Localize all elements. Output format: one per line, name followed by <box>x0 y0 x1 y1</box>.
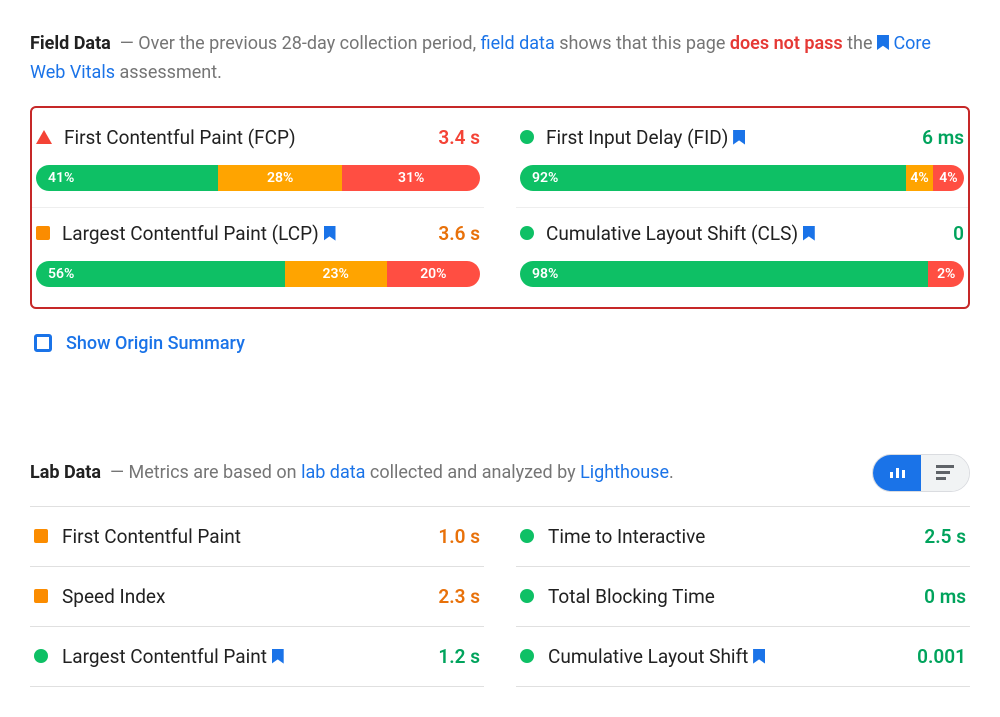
lab-data-title: Lab Data <box>30 462 101 483</box>
distribution-bar: 92%4%4% <box>520 165 964 191</box>
bookmark-icon <box>803 226 815 241</box>
lab-data-header: Lab Data — Metrics are based on lab data… <box>30 454 970 492</box>
view-toggle[interactable] <box>872 454 970 492</box>
bookmark-icon <box>733 130 745 145</box>
metric-name: First Contentful Paint (FCP) <box>64 126 426 149</box>
segment-needs-improvement: 4% <box>906 165 933 191</box>
lab-metric-name: Largest Contentful Paint <box>62 645 424 668</box>
status-icon <box>520 226 534 240</box>
show-origin-summary-label: Show Origin Summary <box>66 333 245 354</box>
lab-metric: First Contentful Paint 1.0 s <box>30 507 484 567</box>
lab-metrics-grid: First Contentful Paint 1.0 s Time to Inter… <box>30 506 970 687</box>
lab-metric-name: Speed Index <box>62 585 424 608</box>
field-data-desc-1: Over the previous 28-day collection peri… <box>138 33 476 54</box>
lab-metric-value: 2.5 s <box>924 525 966 548</box>
lab-metric: Time to Interactive 2.5 s <box>516 507 970 567</box>
field-data-link[interactable]: field data <box>481 33 555 54</box>
lab-metric-value: 2.3 s <box>438 585 480 608</box>
bookmark-icon <box>753 649 765 664</box>
metric-value: 0 <box>953 222 964 245</box>
metric-value: 3.4 s <box>438 126 480 149</box>
distribution-bar: 56%23%20% <box>36 261 480 287</box>
lab-metric-value: 1.0 s <box>438 525 480 548</box>
status-icon <box>34 589 48 603</box>
segment-poor: 4% <box>933 165 964 191</box>
view-toggle-chart[interactable] <box>873 455 921 491</box>
lab-metric: Speed Index 2.3 s <box>30 567 484 627</box>
segment-poor: 20% <box>387 261 480 287</box>
field-metric: Cumulative Layout Shift (CLS) 0 98%2% <box>516 208 968 303</box>
lab-data-link[interactable]: lab data <box>301 462 365 483</box>
segment-poor: 31% <box>342 165 480 191</box>
segment-poor: 2% <box>928 261 964 287</box>
lab-metric-name: Total Blocking Time <box>548 585 910 608</box>
field-metric: First Contentful Paint (FCP) 3.4 s 41%28%3… <box>32 112 484 208</box>
metric-value: 6 ms <box>922 126 964 149</box>
checkbox-icon[interactable] <box>34 334 52 352</box>
metric-value: 3.6 s <box>438 222 480 245</box>
field-metrics-box: First Contentful Paint (FCP)3.4 s41%28%3… <box>30 106 970 309</box>
segment-good: 56% <box>36 261 285 287</box>
status-icon <box>520 130 534 144</box>
field-metric: First Input Delay (FID) 6 ms92%4%4% <box>516 112 968 208</box>
lab-metric: Total Blocking Time 0 ms <box>516 567 970 627</box>
segment-good: 98% <box>520 261 928 287</box>
status-icon <box>36 226 50 240</box>
lab-metric-value: 0.001 <box>917 645 966 668</box>
status-icon <box>520 529 534 543</box>
field-data-header: Field Data — Over the previous 28-day co… <box>30 30 970 88</box>
status-icon <box>520 649 534 663</box>
metric-name: Cumulative Layout Shift (CLS) <box>546 222 941 245</box>
view-toggle-list[interactable] <box>921 455 969 491</box>
lab-metric-name: Cumulative Layout Shift <box>548 645 903 668</box>
lighthouse-link[interactable]: Lighthouse <box>580 462 669 483</box>
status-icon <box>34 649 48 663</box>
segment-good: 41% <box>36 165 218 191</box>
chart-icon <box>890 468 905 478</box>
segment-good: 92% <box>520 165 906 191</box>
bookmark-icon <box>324 226 336 241</box>
list-icon <box>936 465 954 480</box>
assessment-status: does not pass <box>730 33 843 54</box>
lab-metric: Largest Contentful Paint 1.2 s <box>30 627 484 687</box>
field-data-title: Field Data <box>30 33 111 54</box>
show-origin-summary-row[interactable]: Show Origin Summary <box>30 323 970 394</box>
lab-metric: Cumulative Layout Shift 0.001 <box>516 627 970 687</box>
lab-metric-name: First Contentful Paint <box>62 525 424 548</box>
field-metric: Largest Contentful Paint (LCP) 3.6 s56%2… <box>32 208 484 303</box>
segment-needs-improvement: 28% <box>218 165 342 191</box>
metric-name: First Input Delay (FID) <box>546 126 910 149</box>
status-icon <box>36 130 52 144</box>
bookmark-icon <box>272 649 284 664</box>
distribution-bar: 98%2% <box>520 261 964 287</box>
lab-metric-value: 0 ms <box>924 585 966 608</box>
distribution-bar: 41%28%31% <box>36 165 480 191</box>
lab-metric-name: Time to Interactive <box>548 525 910 548</box>
lab-metric-value: 1.2 s <box>438 645 480 668</box>
bookmark-icon <box>877 35 889 50</box>
segment-needs-improvement: 23% <box>285 261 387 287</box>
metric-name: Largest Contentful Paint (LCP) <box>62 222 426 245</box>
status-icon <box>520 589 534 603</box>
status-icon <box>34 529 48 543</box>
